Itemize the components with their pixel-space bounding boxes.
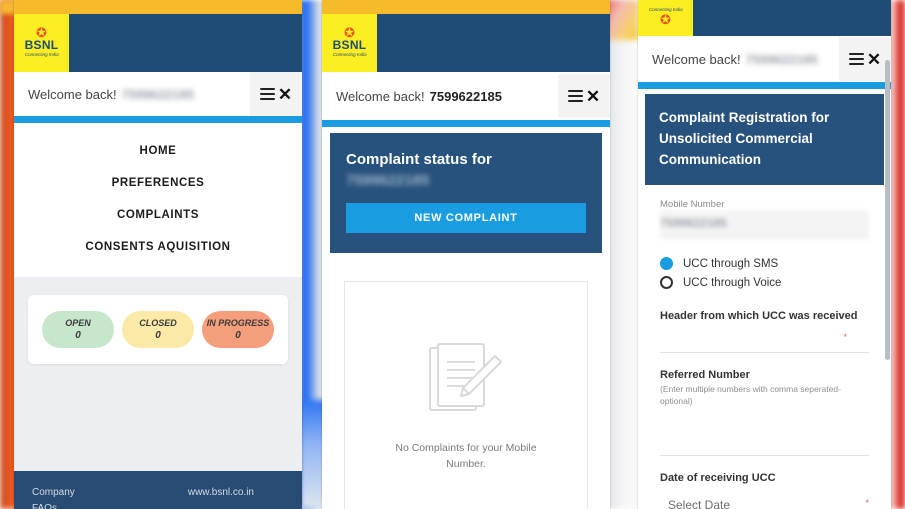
bsnl-logo-icon[interactable]: ✪ BSNL Connecting India: [322, 14, 377, 72]
phone-panel-complaint-registration: Connecting India ✪ Welcome back! 7599622…: [638, 0, 891, 509]
status-bar: [14, 0, 302, 14]
footer-website-link[interactable]: www.bsnl.co.in: [188, 485, 284, 509]
logo-tagline: Connecting India: [648, 6, 683, 13]
welcome-phone-number: 7599622185: [745, 51, 818, 67]
sidebar-item-home[interactable]: HOME: [14, 135, 302, 167]
status-badge-open[interactable]: OPEN 0: [42, 311, 114, 348]
menu-toggle-button[interactable]: ✕: [558, 74, 610, 118]
status-badge-in-progress-value: 0: [235, 330, 241, 341]
ucc-type-radio-group: UCC through SMS UCC through Voice: [638, 238, 891, 294]
radio-unselected-icon[interactable]: [660, 276, 673, 289]
footer-columns: Company FAQs Feedback Contact Us www.bsn…: [14, 485, 302, 509]
radio-ucc-through-voice[interactable]: UCC through Voice: [660, 273, 869, 292]
hamburger-icon[interactable]: [848, 50, 864, 68]
empty-state: No Complaints for your Mobile Number.: [344, 281, 588, 509]
close-icon[interactable]: ✕: [278, 86, 292, 103]
logo-wordmark: BSNL: [24, 38, 59, 52]
brand-header: ✪ BSNL Connecting India: [14, 14, 302, 72]
hamburger-icon[interactable]: [567, 87, 583, 105]
referred-number-label: Referred Number: [660, 369, 750, 381]
radio-selected-icon[interactable]: [660, 257, 673, 270]
welcome-text: Welcome back! 7599622185: [638, 52, 818, 67]
welcome-bar: Welcome back! 7599622185 ✕: [638, 36, 891, 82]
welcome-label: Welcome back!: [652, 51, 741, 67]
header-ucc-input[interactable]: *: [660, 322, 869, 353]
bsnl-logo-icon[interactable]: ✪ BSNL Connecting India: [14, 14, 69, 72]
date-required-marker: *: [865, 498, 869, 508]
status-badge-closed-value: 0: [155, 330, 161, 341]
welcome-phone-number: 7599622185: [121, 86, 194, 102]
welcome-phone-number: 7599622185: [429, 88, 502, 104]
welcome-label: Welcome back!: [336, 88, 425, 104]
hamburger-icon[interactable]: [259, 85, 275, 103]
welcome-text: Welcome back! 7599622185: [14, 87, 194, 102]
logo-flame-icon: ✪: [660, 11, 671, 27]
hero-title: Complaint status for: [346, 151, 492, 168]
welcome-label: Welcome back!: [28, 86, 117, 102]
panel-body: Complaint status for 7599622185 NEW COMP…: [322, 133, 610, 509]
status-badge-open-value: 0: [75, 330, 81, 341]
referred-number-input[interactable]: [660, 407, 869, 456]
vertical-scrollbar[interactable]: [885, 60, 890, 360]
status-badge-in-progress-label: IN PROGRESS: [206, 318, 270, 328]
form-header: Complaint Registration for Unsolicited C…: [645, 94, 884, 185]
bsnl-logo-icon[interactable]: Connecting India ✪: [638, 0, 693, 36]
new-complaint-button[interactable]: NEW COMPLAINT: [346, 203, 586, 233]
screenshot-stage: ✪ BSNL Connecting India Welcome back! 75…: [0, 0, 905, 509]
hero-phone-number: 7599622185: [346, 172, 430, 189]
mobile-number-label: Mobile Number: [660, 199, 725, 210]
referred-number-hint: (Enter multiple numbers with comma seper…: [660, 384, 841, 406]
date-ucc-label: Date of receiving UCC: [660, 472, 776, 484]
header-ucc-required-marker: *: [843, 332, 847, 342]
accent-bar: [14, 116, 302, 123]
nav-menu: HOME PREFERENCES COMPLAINTS CONSENTS AQU…: [14, 123, 302, 277]
footer-links: Company FAQs Feedback Contact Us: [32, 485, 81, 509]
status-bar: [322, 0, 610, 14]
close-icon[interactable]: ✕: [867, 51, 881, 68]
brand-header: ✪ BSNL Connecting India: [322, 14, 610, 72]
empty-state-message: No Complaints for your Mobile Number.: [395, 442, 537, 470]
welcome-bar: Welcome back! 7599622185 ✕: [322, 72, 610, 120]
complaint-status-card: OPEN 0 CLOSED 0 IN PROGRESS 0: [28, 295, 288, 364]
phone-panel-menu: ✪ BSNL Connecting India Welcome back! 75…: [14, 0, 302, 509]
header-ucc-label: Header from which UCC was received: [660, 310, 858, 322]
document-pencil-icon: [429, 343, 502, 411]
page-footer: Company FAQs Feedback Contact Us www.bsn…: [14, 471, 302, 509]
panel-body: HOME PREFERENCES COMPLAINTS CONSENTS AQU…: [14, 123, 302, 471]
menu-toggle-button[interactable]: ✕: [250, 72, 302, 116]
status-badge-open-label: OPEN: [65, 318, 91, 328]
complaint-status-hero: Complaint status for 7599622185 NEW COMP…: [330, 133, 602, 253]
sidebar-item-preferences[interactable]: PREFERENCES: [14, 167, 302, 199]
accent-bar: [638, 82, 891, 89]
panel-scroll-viewport: Connecting India ✪ Welcome back! 7599622…: [638, 0, 891, 509]
mobile-number-field[interactable]: Mobile Number 7599622185: [638, 185, 891, 238]
welcome-text: Welcome back! 7599622185: [322, 89, 502, 104]
radio-ucc-through-sms-label: UCC through SMS: [683, 257, 779, 270]
mobile-number-value: 7599622185: [660, 210, 869, 238]
sidebar-item-consents-aquisition[interactable]: CONSENTS AQUISITION: [14, 231, 302, 263]
menu-toggle-button[interactable]: ✕: [839, 37, 891, 81]
footer-link-company[interactable]: Company: [32, 485, 81, 501]
logo-tagline: Connecting India: [332, 52, 367, 58]
radio-ucc-through-sms[interactable]: UCC through SMS: [660, 254, 869, 273]
logo-wordmark: BSNL: [332, 38, 367, 52]
status-badge-closed[interactable]: CLOSED 0: [122, 311, 194, 348]
accent-bar: [322, 120, 610, 127]
complaint-registration-form: Complaint Registration for Unsolicited C…: [638, 94, 891, 509]
brand-header: Connecting India ✪: [638, 0, 891, 36]
close-icon[interactable]: ✕: [586, 88, 600, 105]
radio-ucc-through-voice-label: UCC through Voice: [683, 276, 782, 289]
date-picker-placeholder: Select Date: [668, 498, 731, 509]
footer-link-faqs[interactable]: FAQs: [32, 501, 81, 509]
welcome-bar: Welcome back! 7599622185 ✕: [14, 72, 302, 116]
status-badge-closed-label: CLOSED: [139, 318, 177, 328]
page-title: Complaint Registration for Unsolicited C…: [659, 110, 830, 167]
status-badge-in-progress[interactable]: IN PROGRESS 0: [202, 311, 274, 348]
date-picker-field[interactable]: Select Date *: [638, 484, 891, 509]
logo-tagline: Connecting India: [24, 52, 59, 58]
phone-panel-complaint-status: ✪ BSNL Connecting India Welcome back! 75…: [322, 0, 610, 509]
sidebar-item-complaints[interactable]: COMPLAINTS: [14, 199, 302, 231]
